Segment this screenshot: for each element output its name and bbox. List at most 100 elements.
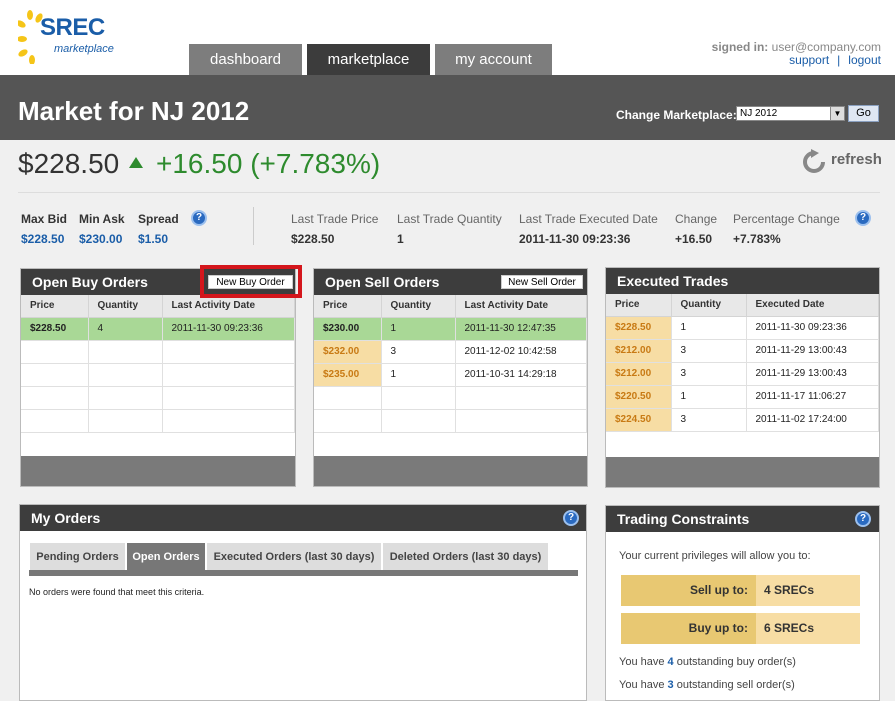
price-cell: $232.00 — [314, 340, 382, 364]
empty-row — [21, 340, 295, 364]
help-icon[interactable]: ? — [191, 210, 207, 226]
min-ask-value: $230.00 — [79, 232, 123, 246]
divider — [18, 192, 880, 193]
new-sell-order-button[interactable]: New Sell Order — [501, 275, 583, 289]
max-bid-value: $228.50 — [21, 232, 65, 246]
executed-trades-panel: Executed Trades Price Quantity Executed … — [605, 267, 880, 488]
max-bid-label: Max Bid — [21, 212, 68, 226]
last-trade-qty-label: Last Trade Quantity — [397, 212, 502, 226]
quantity-cell: 3 — [671, 339, 747, 363]
table-row[interactable]: $224.50 3 2011-11-02 17:24:00 — [606, 408, 879, 432]
table-row[interactable]: $228.50 1 2011-11-30 09:23:36 — [606, 316, 879, 340]
note-text: outstanding buy order(s) — [676, 656, 796, 668]
note-text: outstanding sell order(s) — [676, 679, 795, 691]
column-header[interactable]: Last Activity Date — [455, 295, 587, 318]
panel-title: Trading Constraints — [617, 511, 750, 527]
link-separator: | — [837, 53, 841, 67]
chevron-down-icon[interactable]: ▼ — [830, 107, 844, 120]
price-cell: $235.00 — [314, 363, 382, 387]
tab-marketplace[interactable]: marketplace — [307, 44, 430, 75]
sell-limit-value: 4 SRECs — [756, 575, 860, 606]
tab-underline — [29, 570, 578, 576]
quantity-cell: 3 — [671, 408, 747, 432]
table-row[interactable]: $232.00 3 2011-12-02 10:42:58 — [314, 340, 587, 364]
min-ask-label: Min Ask — [79, 212, 125, 226]
table-row[interactable]: $220.50 1 2011-11-17 11:06:27 — [606, 385, 879, 409]
table-row[interactable]: $228.50 4 2011-11-30 09:23:36 — [21, 317, 295, 341]
refresh-label: refresh — [831, 151, 882, 168]
price-cell: $212.00 — [606, 362, 672, 386]
help-icon[interactable]: ? — [563, 510, 579, 526]
spread-value: $1.50 — [138, 232, 169, 246]
panel-title: Executed Trades — [617, 273, 729, 289]
last-trade-qty-value: 1 — [397, 232, 404, 246]
column-header[interactable]: Quantity — [381, 295, 456, 318]
tab-open-orders[interactable]: Open Orders — [127, 543, 205, 571]
table-row[interactable]: $212.00 3 2011-11-29 13:00:43 — [606, 339, 879, 363]
tab-my-account[interactable]: my account — [435, 44, 552, 75]
user-links: support | logout — [789, 53, 881, 67]
buy-limit-value: 6 SRECs — [756, 613, 860, 644]
go-button[interactable]: Go — [848, 105, 879, 122]
price-cell: $212.00 — [606, 339, 672, 363]
help-icon[interactable]: ? — [855, 210, 871, 226]
last-trade-date-value: 2011-11-30 09:23:36 — [519, 232, 631, 246]
signed-in-label: signed in: — [711, 40, 769, 54]
last-trade-price-value: $228.50 — [291, 232, 335, 246]
panel-header: Executed Trades — [606, 268, 879, 294]
date-cell: 2011-10-31 14:29:18 — [455, 363, 587, 387]
logout-link[interactable]: logout — [848, 53, 881, 67]
quantity-cell: 1 — [671, 316, 747, 340]
support-link[interactable]: support — [789, 53, 829, 67]
empty-row — [21, 409, 295, 433]
table-row[interactable]: $230.00 1 2011-11-30 12:47:35 — [314, 317, 587, 341]
table-row[interactable]: $235.00 1 2011-10-31 14:29:18 — [314, 363, 587, 387]
quantity-cell: 3 — [671, 362, 747, 386]
sell-limit-label: Sell up to: — [621, 575, 756, 606]
price-cell: $224.50 — [606, 408, 672, 432]
column-header[interactable]: Last Activity Date — [162, 295, 295, 318]
pct-change-value: +7.783% — [733, 232, 781, 246]
panel-footer — [314, 456, 587, 486]
panel-title: Open Buy Orders — [32, 274, 148, 290]
tab-executed-orders[interactable]: Executed Orders (last 30 days) — [207, 543, 381, 571]
help-icon[interactable]: ? — [855, 511, 871, 527]
tab-deleted-orders[interactable]: Deleted Orders (last 30 days) — [383, 543, 548, 571]
date-cell: 2011-11-30 12:47:35 — [455, 317, 587, 341]
last-trade-date-label: Last Trade Executed Date — [519, 212, 658, 226]
signed-in-info: signed in: user@company.com — [712, 40, 881, 54]
empty-row — [314, 409, 587, 433]
page-title: Market for NJ 2012 — [18, 96, 250, 126]
tab-dashboard[interactable]: dashboard — [189, 44, 302, 75]
column-header[interactable]: Price — [606, 294, 672, 317]
executed-trades-table: Price Quantity Executed Date $228.50 1 2… — [606, 294, 879, 432]
arrow-up-icon — [129, 157, 143, 168]
table-row[interactable]: $212.00 3 2011-11-29 13:00:43 — [606, 362, 879, 386]
note-text: You have — [619, 656, 665, 668]
empty-row — [21, 386, 295, 410]
column-header[interactable]: Executed Date — [746, 294, 879, 317]
date-cell: 2011-11-02 17:24:00 — [746, 408, 879, 432]
panel-header: Open Sell Orders New Sell Order — [314, 269, 587, 295]
buy-limit-label: Buy up to: — [621, 613, 756, 644]
quantity-cell: 4 — [88, 317, 163, 341]
marketplace-select-value: NJ 2012 — [740, 108, 778, 119]
date-cell: 2011-11-29 13:00:43 — [746, 339, 879, 363]
column-header[interactable]: Price — [21, 295, 89, 318]
highlight-box — [200, 265, 302, 298]
srec-logo[interactable]: SREC marketplace — [16, 6, 116, 64]
panel-title: Open Sell Orders — [325, 274, 440, 290]
panel-title: My Orders — [31, 510, 101, 526]
marketplace-select[interactable]: NJ 2012 ▼ — [736, 106, 845, 121]
open-sell-orders-panel: Open Sell Orders New Sell Order Price Qu… — [313, 268, 588, 487]
stats-divider — [253, 207, 254, 245]
tab-pending-orders[interactable]: Pending Orders — [30, 543, 125, 571]
empty-row — [314, 386, 587, 410]
column-header[interactable]: Quantity — [671, 294, 747, 317]
outstanding-buy-note: You have 4 outstanding buy order(s) — [619, 656, 796, 668]
column-header[interactable]: Price — [314, 295, 382, 318]
empty-row — [21, 363, 295, 387]
price-change: +16.50 (+7.783%) — [156, 148, 381, 179]
spread-label: Spread — [138, 212, 179, 226]
column-header[interactable]: Quantity — [88, 295, 163, 318]
